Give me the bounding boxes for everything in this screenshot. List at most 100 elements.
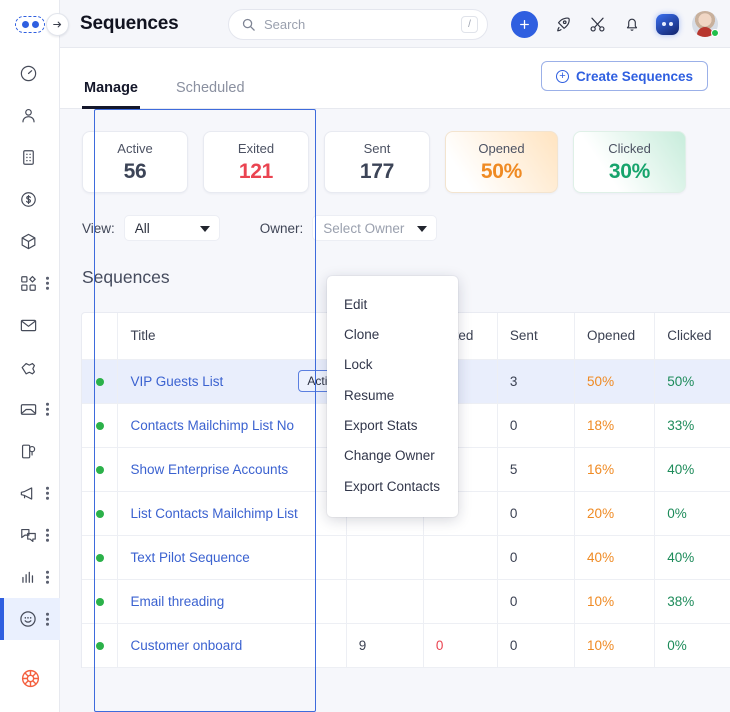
- row-title-cell[interactable]: VIP Guests List Action: [94, 109, 350, 712]
- sidebar-item-email[interactable]: [0, 304, 60, 346]
- sidebar-item-campaigns[interactable]: [0, 430, 60, 472]
- menu-item-export-stats[interactable]: Export Stats: [327, 411, 458, 441]
- sequence-title-link[interactable]: VIP Guests List: [130, 374, 223, 389]
- sidebar-item-menu-button[interactable]: [46, 612, 49, 626]
- sidebar-item-products[interactable]: [0, 220, 60, 262]
- stat-label: Active: [117, 140, 153, 156]
- create-sequences-button[interactable]: + Create Sequences: [540, 61, 708, 91]
- table-row[interactable]: Text Pilot Sequence 0 40% 40%: [82, 535, 730, 580]
- stat-value: 30%: [608, 159, 651, 183]
- sidebar-item-menu-button[interactable]: [46, 486, 49, 500]
- menu-item-edit[interactable]: Edit: [327, 290, 458, 320]
- owner-filter-select[interactable]: Select Owner: [312, 215, 438, 241]
- search-box[interactable]: /: [228, 9, 488, 40]
- row-clicked-cell: 38%: [654, 579, 730, 624]
- left-sidebar: [0, 0, 69, 712]
- tab-scheduled[interactable]: Scheduled: [174, 80, 247, 108]
- status-dot-active: [95, 509, 104, 518]
- status-dot-active: [95, 597, 104, 606]
- lifebuoy-icon: [20, 668, 41, 694]
- table-row[interactable]: Email threading 0 10% 38%: [82, 579, 730, 624]
- sidebar-item-apps[interactable]: [0, 262, 60, 304]
- status-dot-active: [95, 421, 104, 430]
- row-status-cell: [82, 403, 119, 448]
- sidebar-expand-button[interactable]: [46, 13, 69, 36]
- gauge-icon: [16, 61, 40, 85]
- row-active-cell: 9: [346, 623, 424, 668]
- search-input[interactable]: [264, 17, 461, 32]
- row-title-cell[interactable]: Contacts Mailchimp List No: [117, 403, 347, 448]
- profile-avatar[interactable]: [692, 11, 719, 37]
- sidebar-item-inbox[interactable]: [0, 388, 60, 430]
- sequence-title-link[interactable]: Show Enterprise Accounts: [130, 462, 288, 477]
- view-filter-select[interactable]: All: [123, 215, 220, 241]
- sidebar-item-menu-button[interactable]: [46, 570, 49, 584]
- row-title-cell[interactable]: Text Pilot Sequence: [117, 535, 347, 580]
- sidebar-item-menu-button[interactable]: [46, 528, 49, 542]
- row-sent-cell: 5: [497, 447, 576, 492]
- online-status-dot: [711, 29, 719, 37]
- sequence-title-link[interactable]: Text Pilot Sequence: [130, 550, 249, 565]
- sidebar-item-sequences[interactable]: [0, 598, 60, 640]
- sidebar-nav: [0, 52, 60, 640]
- row-status-cell: [82, 491, 119, 536]
- sidebar-item-reports[interactable]: [0, 556, 60, 598]
- logo-dot-right: [31, 20, 39, 28]
- row-sent-cell: 0: [497, 579, 576, 624]
- row-title-cell[interactable]: Customer onboard: [117, 623, 347, 668]
- notifications-button[interactable]: [621, 13, 643, 35]
- stat-label: Clicked: [608, 140, 651, 156]
- sequence-title-link[interactable]: Customer onboard: [130, 638, 242, 653]
- search-shortcut-key: /: [461, 16, 478, 33]
- sequence-title-link[interactable]: List Contacts Mailchimp List: [130, 506, 297, 521]
- rocket-button[interactable]: [551, 13, 573, 35]
- sidebar-item-contacts[interactable]: [0, 94, 60, 136]
- sidebar-item-broadcast[interactable]: [0, 472, 60, 514]
- menu-item-lock[interactable]: Lock: [327, 350, 458, 380]
- row-action-dropdown-menu: Edit Clone Lock Resume Export Stats Chan…: [327, 276, 458, 517]
- row-title-cell[interactable]: Show Enterprise Accounts: [117, 447, 347, 492]
- menu-item-clone[interactable]: Clone: [327, 320, 458, 350]
- sidebar-item-deals-tag[interactable]: [0, 346, 60, 388]
- content-body: Active 56 Exited 121 Sent 177 Opened 50%…: [60, 109, 730, 712]
- row-active-cell: [346, 535, 424, 580]
- row-title-cell[interactable]: Email threading: [117, 579, 347, 624]
- sidebar-item-companies[interactable]: [0, 136, 60, 178]
- stat-card-sent: Sent 177: [324, 131, 430, 193]
- row-sent-cell: 0: [497, 491, 576, 536]
- row-opened-cell: 10%: [574, 623, 656, 668]
- row-sent-cell: 0: [497, 623, 576, 668]
- row-opened-cell: 18%: [574, 403, 656, 448]
- row-exited-cell: [423, 579, 498, 624]
- row-title-cell[interactable]: List Contacts Mailchimp List: [117, 491, 347, 536]
- menu-item-change-owner[interactable]: Change Owner: [327, 441, 458, 471]
- menu-item-export-contacts[interactable]: Export Contacts: [327, 471, 458, 502]
- sidebar-item-deals[interactable]: [0, 178, 60, 220]
- help-button[interactable]: [0, 668, 60, 694]
- column-header-opened[interactable]: Opened: [574, 313, 656, 360]
- sequence-title-link[interactable]: Contacts Mailchimp List No: [130, 418, 294, 433]
- status-dot-active: [95, 553, 104, 562]
- sidebar-item-menu-button[interactable]: [46, 276, 49, 290]
- sidebar-item-menu-button[interactable]: [46, 402, 49, 416]
- menu-item-resume[interactable]: Resume: [327, 381, 458, 411]
- scissors-button[interactable]: [586, 13, 608, 35]
- row-active-cell: [346, 579, 424, 624]
- person-icon: [16, 103, 40, 127]
- column-header-sent[interactable]: Sent: [497, 313, 576, 360]
- status-dot-active: [95, 377, 104, 386]
- stat-label: Opened: [478, 140, 525, 156]
- sequence-title-link[interactable]: Email threading: [130, 594, 224, 609]
- stat-label: Exited: [237, 140, 275, 156]
- tab-manage[interactable]: Manage: [82, 80, 140, 109]
- row-sent-cell: 3: [497, 359, 576, 404]
- add-button[interactable]: [511, 10, 538, 38]
- table-row[interactable]: Customer onboard 9 0 0 10% 0%: [82, 623, 730, 668]
- column-header-title[interactable]: Title: [117, 313, 347, 360]
- row-opened-cell: 10%: [574, 579, 656, 624]
- assistant-button[interactable]: [656, 13, 679, 35]
- column-header-clicked[interactable]: Clicked: [654, 313, 730, 360]
- sidebar-item-dashboard[interactable]: [0, 52, 60, 94]
- chevron-down-icon: [199, 226, 210, 232]
- sidebar-item-chats[interactable]: [0, 514, 60, 556]
